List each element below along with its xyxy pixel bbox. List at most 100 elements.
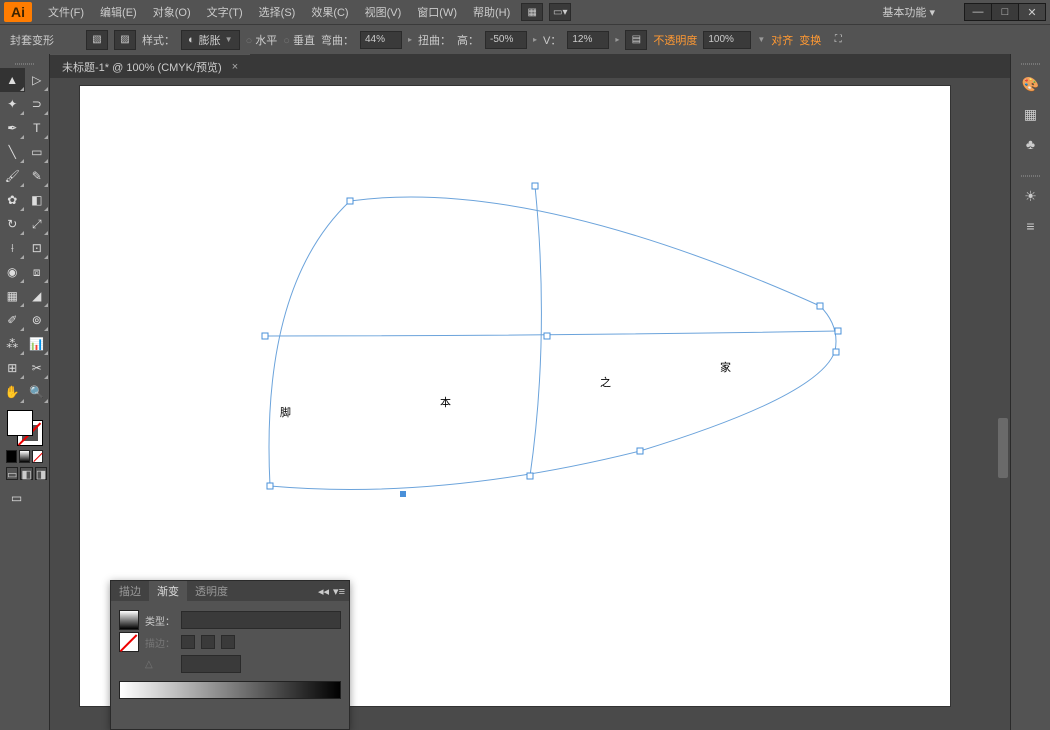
pen-tool[interactable]: ✒ [0,116,25,140]
menu-select[interactable]: 选择(S) [251,4,304,20]
lasso-tool[interactable]: ⊃ [25,92,50,116]
scale-tool[interactable]: ⤢ [25,212,50,236]
width-tool[interactable]: ⟊ [0,236,25,260]
color-panel-icon[interactable]: 🎨 [1015,70,1047,98]
vertical-scrollbar[interactable] [996,78,1010,730]
distort-h-label: 高： [457,32,479,48]
isolate-icon[interactable]: ⛶ [827,30,849,50]
gradient-type-select[interactable] [181,611,341,629]
stroke-mode-2[interactable] [201,635,215,649]
mesh-tool[interactable]: ▦ [0,284,25,308]
fill-swatch[interactable] [7,410,33,436]
graph-tool[interactable]: 📊 [25,332,50,356]
shape-builder-tool[interactable]: ◉ [0,260,25,284]
distort-h-stepper[interactable]: ▸ [533,35,537,44]
opacity-label[interactable]: 不透明度 [653,32,697,48]
panel-collapse-icon[interactable]: ◂◂ [318,585,329,598]
menu-help[interactable]: 帮助(H) [465,4,518,20]
draw-behind-icon[interactable]: ◧ [20,467,32,480]
swatches-panel-icon[interactable]: ▦ [1015,100,1047,128]
rectangle-tool[interactable]: ▭ [25,140,50,164]
horizontal-radio[interactable]: ○ 水平 [246,32,278,48]
slice-tool[interactable]: ✂ [25,356,50,380]
toolbox-grip[interactable] [0,60,49,68]
envelope-mode-label: 封套变形 [10,32,54,48]
transform-link[interactable]: 变换 [799,32,821,48]
selection-tool[interactable]: ▲ [0,68,25,92]
blob-brush-tool[interactable]: ✿ [0,188,25,212]
menu-view[interactable]: 视图(V) [357,4,410,20]
menu-effect[interactable]: 效果(C) [303,4,356,20]
edit-contents-icon[interactable]: ▨ [114,30,136,50]
transparency-tab[interactable]: 透明度 [187,581,236,601]
distort-label: 扭曲： [418,32,451,48]
gradient-slider[interactable] [119,681,341,699]
app-logo: Ai [4,2,32,22]
bridge-icon[interactable]: ▦ [521,3,543,21]
artboard-tool[interactable]: ⊞ [0,356,25,380]
workspace-switcher[interactable]: 基本功能 ▾ [872,4,945,20]
menu-file[interactable]: 文件(F) [40,4,92,20]
fill-stroke-swatch[interactable] [7,410,43,446]
distort-h-input[interactable] [485,31,527,49]
screen-mode-icon[interactable]: ▭ [4,486,29,510]
zoom-tool[interactable]: 🔍 [25,380,50,404]
free-transform-tool[interactable]: ⊡ [25,236,50,260]
edit-envelope-icon[interactable]: ▧ [86,30,108,50]
arrange-icon[interactable]: ▭▾ [549,3,571,21]
menu-edit[interactable]: 编辑(E) [92,4,145,20]
eraser-tool[interactable]: ◧ [25,188,50,212]
menu-type[interactable]: 文字(T) [199,4,251,20]
rotate-tool[interactable]: ↻ [0,212,25,236]
menu-window[interactable]: 窗口(W) [409,4,465,20]
vertical-radio[interactable]: ○ 垂直 [283,32,315,48]
hand-tool[interactable]: ✋ [0,380,25,404]
line-tool[interactable]: ╲ [0,140,25,164]
panel-grip-2[interactable] [1011,172,1050,180]
opacity-input[interactable] [703,31,751,49]
gradient-tool[interactable]: ◢ [25,284,50,308]
stroke-tab[interactable]: 描边 [111,581,149,601]
warp-style-dropdown[interactable]: ◐ 膨胀 ▼ [181,30,240,50]
gradient-preview-swatch[interactable] [119,610,139,630]
bend-stepper[interactable]: ▸ [408,35,412,44]
draw-inside-icon[interactable]: ◨ [35,467,47,480]
none-mode-icon[interactable] [32,450,43,463]
blend-tool[interactable]: ⊚ [25,308,50,332]
angle-input[interactable] [181,655,241,673]
stroke-mode-3[interactable] [221,635,235,649]
gradient-mode-icon[interactable] [19,450,30,463]
color-mode-icon[interactable] [6,450,17,463]
brushes-panel-icon[interactable]: ☀ [1015,182,1047,210]
align-link[interactable]: 对齐 [771,32,793,48]
gradient-tab[interactable]: 渐变 [149,581,187,601]
draw-normal-icon[interactable]: ▭ [6,467,18,480]
pencil-tool[interactable]: ✎ [25,164,50,188]
panel-menu-icon[interactable]: ▾≡ [333,585,345,598]
panel-grip[interactable] [1011,60,1050,68]
document-tab[interactable]: 未标题-1* @ 100% (CMYK/预览) × [50,54,250,78]
paintbrush-tool[interactable]: 🖌 [0,164,25,188]
menu-object[interactable]: 对象(O) [145,4,199,20]
direct-selection-tool[interactable]: ▷ [25,68,50,92]
close-tab-icon[interactable]: × [232,61,238,73]
distort-v-stepper[interactable]: ▸ [615,35,619,44]
symbol-sprayer-tool[interactable]: ⁂ [0,332,25,356]
warp-icon: ◐ [188,34,195,46]
bend-input[interactable] [360,31,402,49]
minimize-button[interactable]: — [964,3,992,21]
envelope-options-icon[interactable]: ▤ [625,30,647,50]
opacity-dropdown[interactable]: ▼ [757,35,765,44]
close-button[interactable]: ✕ [1018,3,1046,21]
eyedropper-tool[interactable]: ✐ [0,308,25,332]
gradient-stroke-swatch[interactable] [119,632,139,652]
stroke-mode-1[interactable] [181,635,195,649]
symbols-panel-icon[interactable]: ♣ [1015,130,1047,158]
maximize-button[interactable]: □ [991,3,1019,21]
scroll-thumb[interactable] [998,418,1008,478]
stroke-panel-icon[interactable]: ≡ [1015,212,1047,240]
perspective-tool[interactable]: ⧈ [25,260,50,284]
type-tool[interactable]: T [25,116,50,140]
magic-wand-tool[interactable]: ✦ [0,92,25,116]
distort-v-input[interactable] [567,31,609,49]
